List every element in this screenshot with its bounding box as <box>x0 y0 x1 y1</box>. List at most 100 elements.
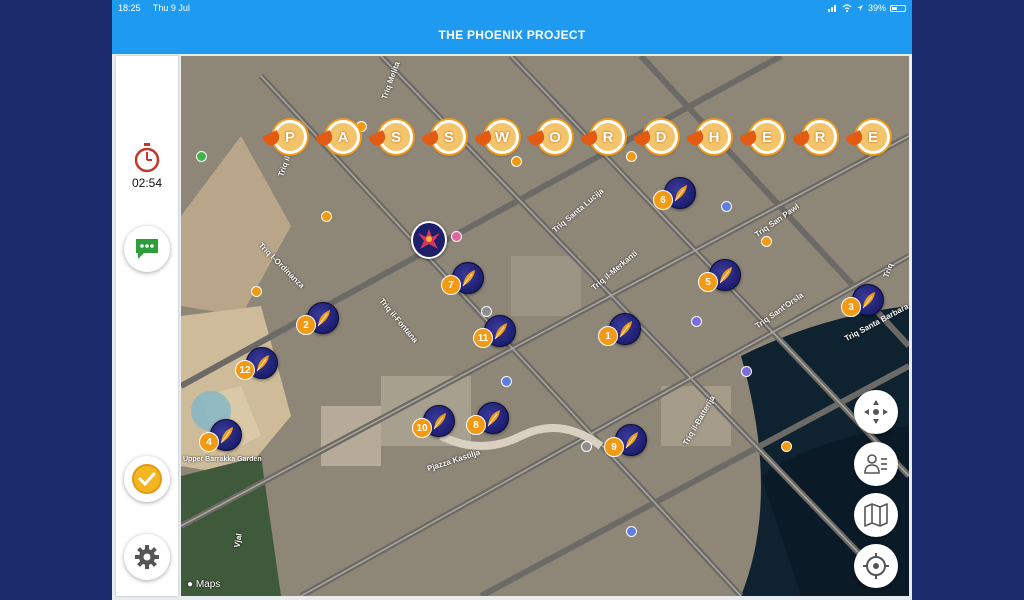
map-icon <box>864 503 888 527</box>
letter-marker-text: R <box>814 128 826 146</box>
poi-dot[interactable] <box>451 231 462 242</box>
crosshair-icon <box>863 553 889 579</box>
checkpoint-number: 12 <box>235 360 255 380</box>
letter-marker[interactable]: E <box>845 120 890 154</box>
status-bar: 18:25 Thu 9 Jul 39% <box>112 0 912 16</box>
my-location-button[interactable] <box>854 544 898 588</box>
letter-marker-text: S <box>390 128 401 146</box>
poi-dot[interactable] <box>581 441 592 452</box>
status-time: 18:25 <box>118 3 141 13</box>
poi-dot[interactable] <box>781 441 792 452</box>
signal-icon <box>827 5 836 12</box>
feather-icon <box>317 310 330 327</box>
checkpoint-marker[interactable]: 5 <box>698 259 741 292</box>
checkpoint-number: 8 <box>466 415 486 435</box>
letter-marker[interactable]: O <box>527 120 572 154</box>
poi-dot[interactable] <box>626 151 637 162</box>
maps-attribution: ● Maps <box>187 579 220 590</box>
poi-dot[interactable] <box>196 151 207 162</box>
checkpoint-number: 9 <box>604 437 624 457</box>
gear-icon <box>135 545 159 569</box>
apple-logo-icon: ● <box>187 579 194 590</box>
poi-dot[interactable] <box>626 526 637 537</box>
checkpoint-number: 11 <box>473 328 493 348</box>
checkpoint-marker[interactable]: 2 <box>296 302 339 335</box>
poi-dot[interactable] <box>481 306 492 317</box>
letter-marker[interactable]: P <box>262 120 307 154</box>
phoenix-icon <box>418 229 440 249</box>
checkpoint-marker[interactable]: 10 <box>412 405 455 438</box>
letter-marker[interactable]: S <box>368 120 413 154</box>
timer-value: 02:54 <box>131 176 163 190</box>
compass-move-icon <box>864 400 888 424</box>
feather-icon <box>487 410 500 427</box>
battery-icon <box>890 4 906 12</box>
checkpoint-marker[interactable]: 6 <box>653 177 696 210</box>
feather-icon <box>862 292 875 309</box>
checkpoint-number: 4 <box>199 432 219 452</box>
checkpoint-number: 6 <box>653 190 673 210</box>
maps-attribution-text: Maps <box>195 579 221 590</box>
checkpoint-number: 3 <box>841 297 861 317</box>
feather-icon <box>220 427 233 444</box>
checkpoint-number: 1 <box>598 326 618 346</box>
check-badge-icon <box>132 464 162 494</box>
user-list-icon <box>864 454 887 474</box>
letter-marker[interactable]: R <box>792 120 837 154</box>
checkpoint-marker[interactable]: 7 <box>441 262 484 295</box>
letter-marker-text: P <box>284 128 295 146</box>
checkpoint-marker[interactable]: 8 <box>466 402 509 435</box>
letter-marker-text: R <box>602 128 614 146</box>
poi-dot[interactable] <box>741 366 752 377</box>
checkpoint-marker[interactable]: 11 <box>473 315 516 348</box>
battery-percent: 39% <box>867 3 886 13</box>
poi-dot[interactable] <box>721 201 732 212</box>
wifi-icon <box>842 4 852 12</box>
checkpoint-marker[interactable]: 3 <box>841 284 884 317</box>
poi-dot[interactable] <box>251 286 262 297</box>
feather-icon <box>619 321 632 338</box>
street-label: Upper Barrakka Garden <box>183 456 262 463</box>
settings-button[interactable] <box>124 534 170 580</box>
location-arrow-icon <box>856 5 863 11</box>
feather-icon <box>494 323 507 340</box>
letter-marker[interactable]: A <box>315 120 360 154</box>
letter-marker-text: W <box>494 128 510 146</box>
chat-bubble-icon <box>136 239 158 259</box>
app-title-bar: THE PHOENIX PROJECT <box>112 16 912 54</box>
letter-marker[interactable]: E <box>739 120 784 154</box>
recenter-button[interactable] <box>854 390 898 434</box>
user-list-button[interactable] <box>854 442 898 486</box>
phoenix-pin[interactable] <box>411 221 447 259</box>
letter-marker[interactable]: W <box>474 120 519 154</box>
checkpoint-number: 10 <box>412 418 432 438</box>
stopwatch-icon <box>134 143 160 173</box>
page-title: THE PHOENIX PROJECT <box>438 28 586 42</box>
chat-button[interactable] <box>124 226 170 272</box>
poi-dot[interactable] <box>501 376 512 387</box>
feather-icon <box>256 355 269 372</box>
poi-dot[interactable] <box>691 316 702 327</box>
poi-dot[interactable] <box>511 156 522 167</box>
letter-marker-text: A <box>337 128 349 146</box>
map-view[interactable]: Triq Santa Lucija Triq il-Merkanti Triq … <box>181 56 909 596</box>
checkpoint-marker[interactable]: 4 <box>199 419 242 452</box>
check-button[interactable] <box>124 456 170 502</box>
sidebar: 02:54 <box>116 56 178 596</box>
feather-icon <box>462 270 475 287</box>
status-date: Thu 9 Jul <box>152 3 190 13</box>
poi-dot[interactable] <box>761 236 772 247</box>
letter-marker[interactable]: R <box>580 120 625 154</box>
letter-marker-text: H <box>708 128 720 146</box>
checkpoint-marker[interactable]: 1 <box>598 313 641 346</box>
letter-marker-text: S <box>443 128 454 146</box>
checkpoint-marker[interactable]: 12 <box>235 347 278 380</box>
feather-icon <box>625 432 638 449</box>
checkpoint-marker[interactable]: 9 <box>604 424 647 457</box>
letter-marker-text: E <box>761 128 772 146</box>
letter-marker[interactable]: S <box>421 120 466 154</box>
letter-marker[interactable]: D <box>633 120 678 154</box>
map-type-button[interactable] <box>854 493 898 537</box>
letter-marker[interactable]: H <box>686 120 731 154</box>
poi-dot[interactable] <box>321 211 332 222</box>
